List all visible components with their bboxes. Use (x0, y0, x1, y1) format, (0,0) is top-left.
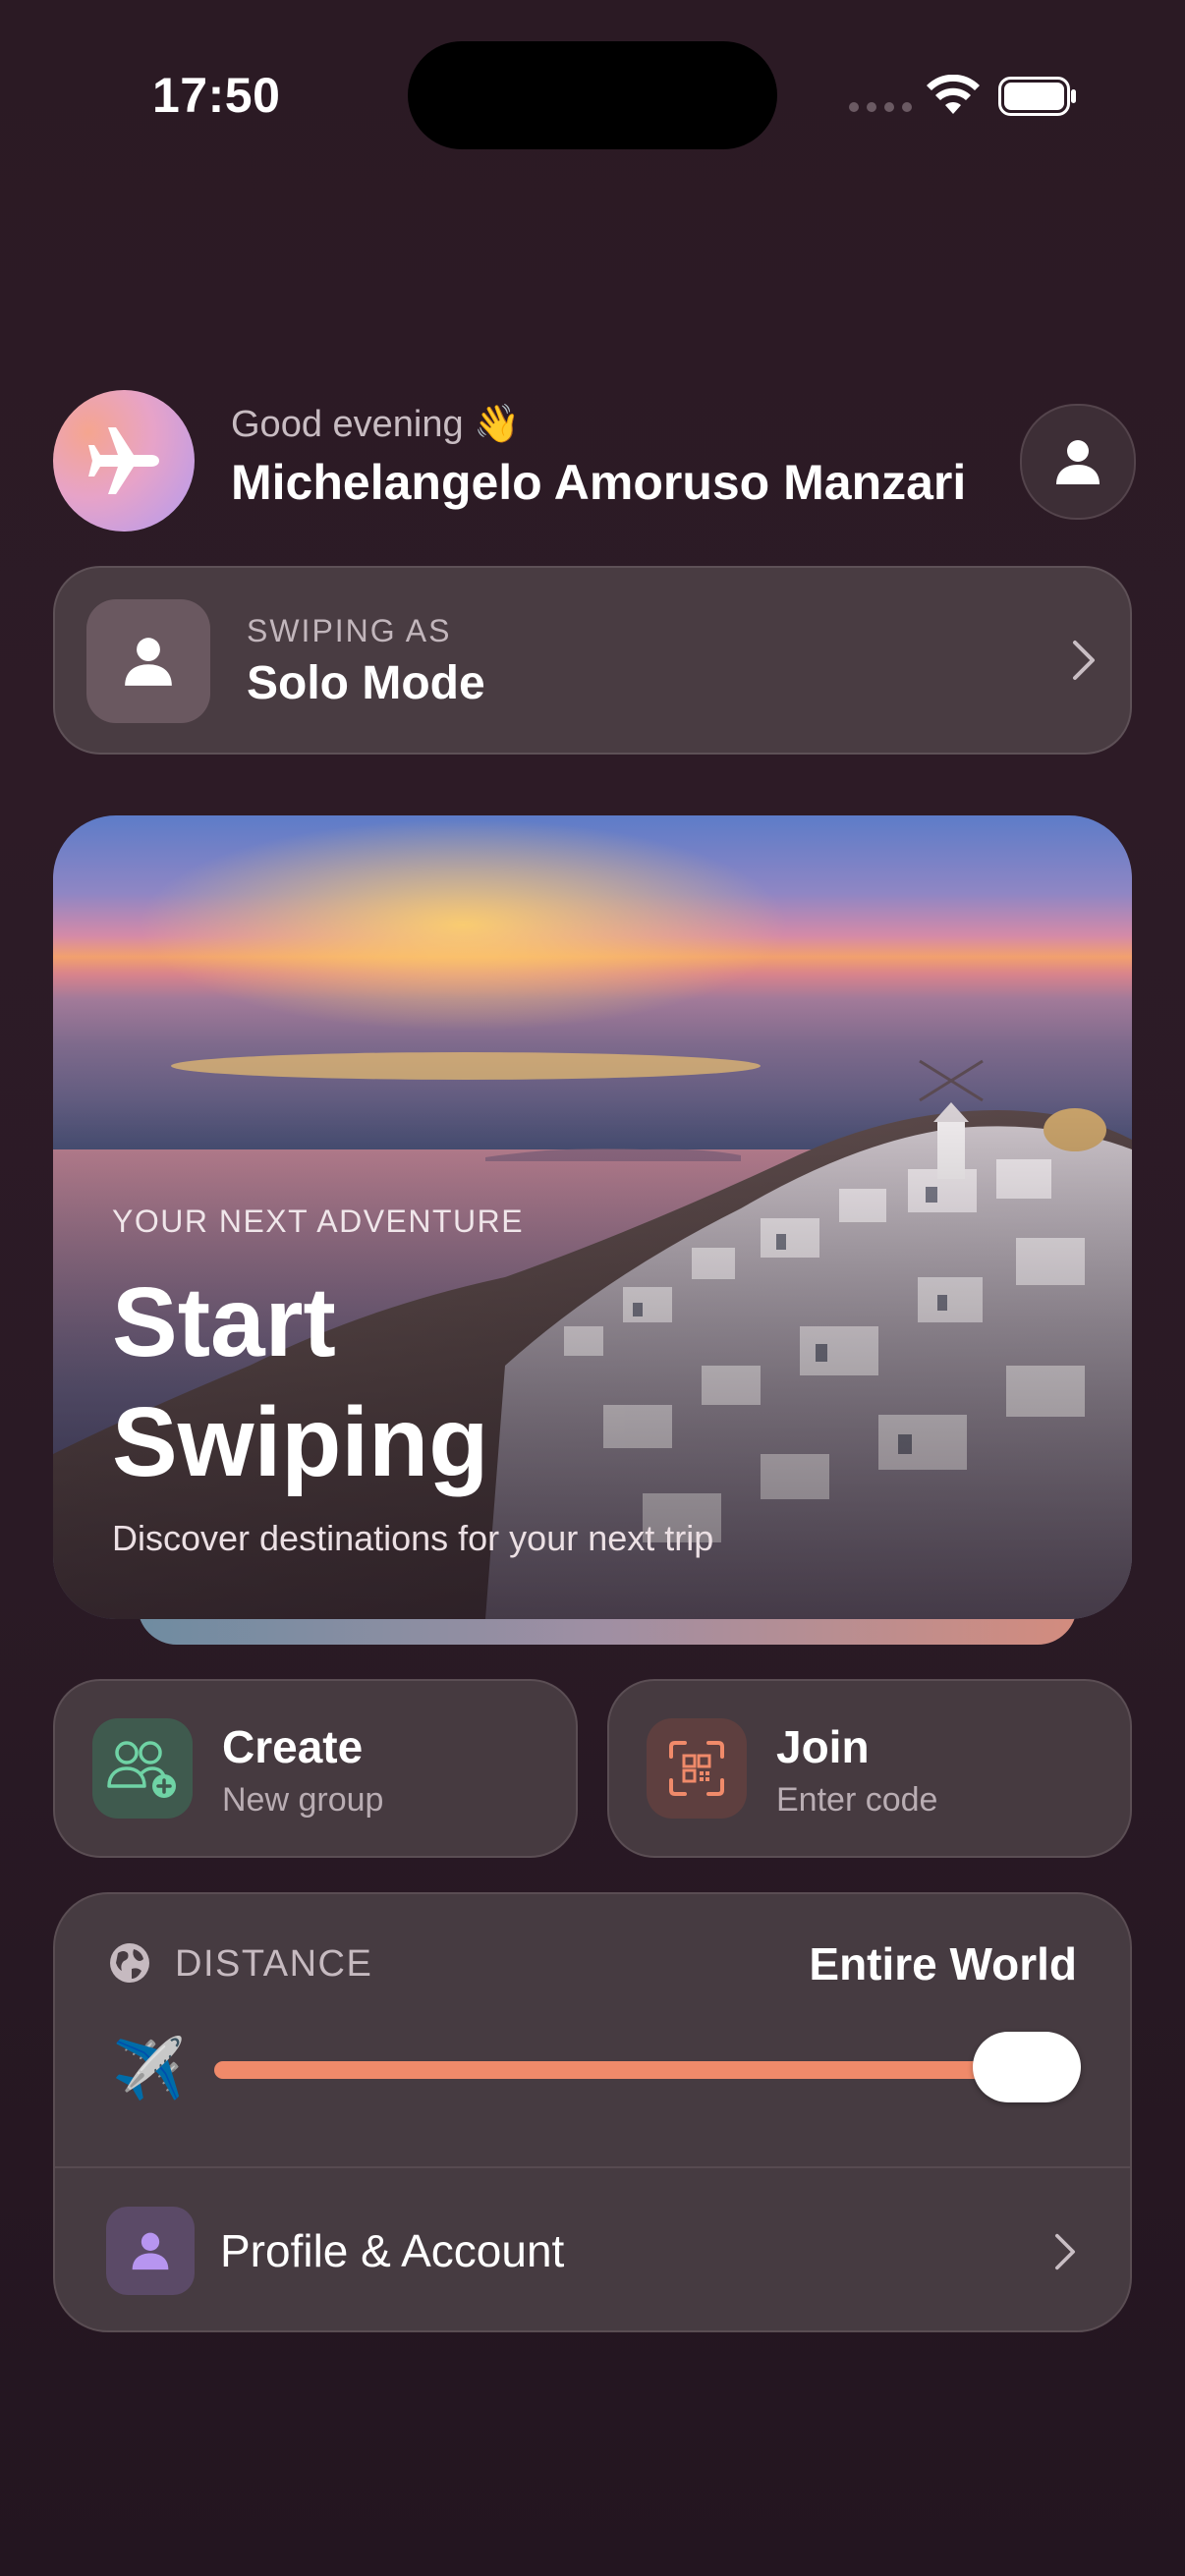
airplane-emoji-icon: ✈️ (112, 2036, 186, 2101)
join-title: Join (776, 1721, 870, 1772)
chevron-right-icon (1073, 641, 1095, 680)
mode-kicker: SWIPING AS (247, 613, 452, 648)
person-icon (132, 2232, 169, 2270)
hero-subtitle: Discover destinations for your next trip (112, 1518, 714, 1558)
globe-icon (110, 1943, 149, 1983)
battery-icon (998, 77, 1076, 116)
hero-kicker: YOUR NEXT ADVENTURE (112, 1204, 525, 1239)
profile-button[interactable] (1020, 404, 1136, 520)
dynamic-island (408, 41, 777, 149)
qr-scan-icon (669, 1741, 724, 1796)
distance-value: Entire World (809, 1938, 1077, 1989)
join-icon-badge (647, 1718, 747, 1819)
profile-account-link[interactable]: Profile & Account (220, 2224, 564, 2277)
create-icon-badge (92, 1718, 193, 1819)
distance-card: DISTANCE Entire World ✈️ Profile & Accou… (53, 1892, 1132, 2332)
mode-selector[interactable]: SWIPING AS Solo Mode (53, 566, 1132, 755)
greeting-text: Good evening 👋 (231, 404, 521, 445)
start-swiping-card[interactable]: YOUR NEXT ADVENTURE Start Swiping Discov… (53, 815, 1132, 1619)
hero-title: Start Swiping (112, 1267, 489, 1497)
chevron-right-icon[interactable] (1053, 2232, 1077, 2271)
join-subtitle: Enter code (776, 1781, 938, 1819)
status-time: 17:50 (152, 68, 281, 123)
create-title: Create (222, 1721, 364, 1772)
distance-slider-thumb[interactable] (973, 2032, 1081, 2102)
add-group-icon (107, 1741, 176, 1798)
person-icon (125, 638, 172, 686)
distance-label: DISTANCE (175, 1943, 373, 1985)
cellular-signal-icon (849, 102, 912, 112)
wifi-icon (927, 75, 980, 114)
account-icon-badge (106, 2207, 195, 2295)
create-subtitle: New group (222, 1781, 384, 1819)
divider (55, 2166, 1130, 2168)
airplane-icon (88, 427, 159, 494)
app-avatar (53, 390, 195, 532)
user-name: Michelangelo Amoruso Manzari (231, 455, 967, 510)
mode-icon (86, 599, 210, 723)
create-group-button[interactable]: Create New group (53, 1679, 578, 1858)
person-icon (1056, 440, 1100, 484)
distance-slider-track[interactable] (214, 2061, 1079, 2079)
mode-title: Solo Mode (247, 657, 485, 709)
distance-slider-fill (214, 2061, 1079, 2079)
join-group-button[interactable]: Join Enter code (607, 1679, 1132, 1858)
